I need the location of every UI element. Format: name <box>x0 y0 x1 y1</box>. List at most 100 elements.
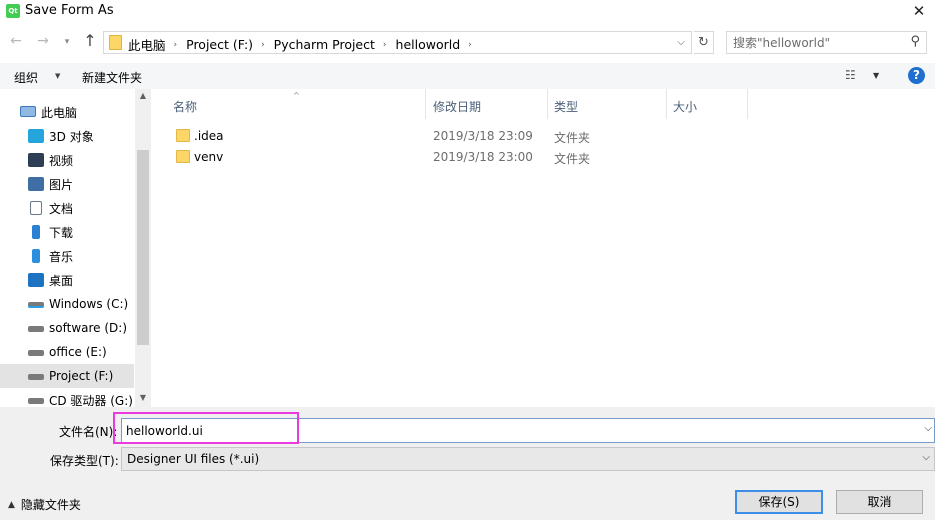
folder-icon <box>176 129 190 142</box>
chevron-down-icon[interactable]: ⌵ <box>924 423 932 434</box>
drive-icon <box>28 326 44 332</box>
filename-label: 文件名(N): <box>59 425 118 439</box>
nav-item-label: office (E:) <box>49 345 107 359</box>
nav-item[interactable]: 文档 <box>0 196 134 220</box>
title-bar: Qt Save Form As ✕ <box>0 0 935 24</box>
search-box[interactable]: ⚲ <box>726 31 927 54</box>
chevron-right-icon[interactable]: › <box>174 40 178 50</box>
nav-item[interactable]: 3D 对象 <box>0 124 134 148</box>
breadcrumb: 此电脑 › Project (F:) › Pycharm Project › hellowo… <box>128 35 481 54</box>
documents-icon <box>30 201 42 215</box>
file-row[interactable]: .idea 2019/3/18 23:09 文件夹 <box>152 126 752 147</box>
nav-item-label: software (D:) <box>49 321 127 335</box>
forward-button[interactable]: → <box>33 33 53 51</box>
chevron-up-icon: ▲ <box>139 91 147 100</box>
chevron-down-icon: ⌵ <box>922 452 930 463</box>
refresh-icon: ↻ <box>698 35 709 50</box>
save-form-panel: 文件名(N): ⌵ 保存类型(T): Designer UI files (*.… <box>0 407 935 520</box>
scroll-up-button[interactable]: ▲ <box>135 91 151 105</box>
music-icon <box>32 249 40 263</box>
file-date: 2019/3/18 23:00 <box>433 150 533 164</box>
file-name: .idea <box>194 129 224 143</box>
chevron-down-icon: ⌵ <box>677 37 685 48</box>
cd-drive-icon <box>28 398 44 404</box>
filetype-select[interactable]: Designer UI files (*.ui) ⌵ <box>121 447 935 471</box>
nav-item-label: CD 驱动器 (G:) <box>49 393 133 408</box>
address-dropdown-button[interactable]: ⌵ <box>673 34 689 51</box>
windows-drive-icon <box>28 302 44 308</box>
close-button[interactable]: ✕ <box>903 0 935 24</box>
nav-item[interactable]: software (D:) <box>0 316 134 340</box>
column-header-name[interactable]: 名称 <box>173 89 197 119</box>
breadcrumb-item[interactable]: helloworld <box>396 37 461 52</box>
file-type: 文件夹 <box>554 152 591 166</box>
nav-item[interactable]: 音乐 <box>0 244 134 268</box>
drive-icon <box>28 350 44 356</box>
organize-button[interactable]: 组织 <box>14 69 38 86</box>
qt-app-icon: Qt <box>6 4 20 18</box>
search-icon: ⚲ <box>910 34 920 49</box>
nav-item[interactable]: 图片 <box>0 172 134 196</box>
breadcrumb-item[interactable]: 此电脑 <box>128 35 166 54</box>
column-header-size[interactable]: 大小 <box>673 89 697 119</box>
nav-item[interactable]: Project (F:) <box>0 364 134 388</box>
save-button[interactable]: 保存(S) <box>735 490 823 514</box>
nav-item-label: 图片 <box>49 177 74 192</box>
nav-item-label: 文档 <box>49 201 74 216</box>
chevron-right-icon[interactable]: › <box>383 40 387 50</box>
column-header-date[interactable]: 修改日期 <box>433 89 481 119</box>
view-options-dropdown[interactable]: ▼ <box>873 71 879 80</box>
search-input[interactable] <box>733 34 903 51</box>
up-button[interactable]: ↑ <box>80 31 100 51</box>
downloads-icon <box>32 225 40 239</box>
column-divider[interactable] <box>666 89 667 119</box>
nav-item[interactable]: 下载 <box>0 220 134 244</box>
arrow-left-icon: ← <box>10 33 22 49</box>
arrow-up-icon: ↑ <box>83 31 97 50</box>
column-divider[interactable] <box>547 89 548 119</box>
file-row[interactable]: venv 2019/3/18 23:00 文件夹 <box>152 147 752 168</box>
view-options-icon[interactable]: ☷ <box>845 68 856 82</box>
nav-item-label: 音乐 <box>49 249 74 264</box>
nav-item[interactable]: 此电脑 <box>0 100 134 124</box>
scroll-down-button[interactable]: ▼ <box>135 393 151 407</box>
file-list: 名称 ^ 修改日期 类型 大小 .idea 2019/3/18 23:09 文件… <box>152 89 935 407</box>
nav-item-label: Project (F:) <box>49 369 114 383</box>
address-bar[interactable]: 此电脑 › Project (F:) › Pycharm Project › hellowo… <box>103 31 692 54</box>
folder-icon <box>176 150 190 163</box>
help-icon[interactable]: ? <box>908 67 925 84</box>
nav-item[interactable]: 视频 <box>0 148 134 172</box>
window-title: Save Form As <box>25 3 114 18</box>
desktop-icon <box>28 273 44 287</box>
chevron-right-icon[interactable]: › <box>261 40 265 50</box>
chevron-down-icon: ▼ <box>139 393 147 402</box>
nav-scroll-thumb[interactable] <box>137 150 149 345</box>
column-divider[interactable] <box>425 89 426 119</box>
cancel-button[interactable]: 取消 <box>836 490 923 514</box>
nav-item[interactable]: Windows (C:) <box>0 292 134 316</box>
nav-item[interactable]: office (E:) <box>0 340 134 364</box>
column-header-type[interactable]: 类型 <box>554 89 578 119</box>
arrow-right-icon: → <box>37 33 49 49</box>
nav-item-label: 桌面 <box>49 273 74 288</box>
column-divider[interactable] <box>747 89 748 119</box>
breadcrumb-item[interactable]: Pycharm Project <box>274 37 375 52</box>
annotation-highlight <box>113 412 299 444</box>
nav-item[interactable]: 桌面 <box>0 268 134 292</box>
nav-item-label: Windows (C:) <box>49 297 129 311</box>
videos-icon <box>28 153 44 167</box>
file-type: 文件夹 <box>554 131 591 145</box>
filetype-value: Designer UI files (*.ui) <box>127 452 260 466</box>
new-folder-button[interactable]: 新建文件夹 <box>82 69 142 86</box>
recent-locations-button[interactable]: ▾ <box>60 33 74 51</box>
breadcrumb-item[interactable]: Project (F:) <box>186 37 253 52</box>
back-button[interactable]: ← <box>6 33 26 51</box>
sort-ascending-icon: ^ <box>293 91 300 100</box>
chevron-right-icon[interactable]: › <box>468 40 472 50</box>
file-name: venv <box>194 150 224 164</box>
nav-item-label: 视频 <box>49 153 74 168</box>
nav-item-label: 此电脑 <box>41 105 78 120</box>
hide-folders-toggle[interactable]: ▲ 隐藏文件夹 <box>8 496 81 513</box>
refresh-button[interactable]: ↻ <box>694 31 714 54</box>
computer-icon <box>20 106 36 117</box>
